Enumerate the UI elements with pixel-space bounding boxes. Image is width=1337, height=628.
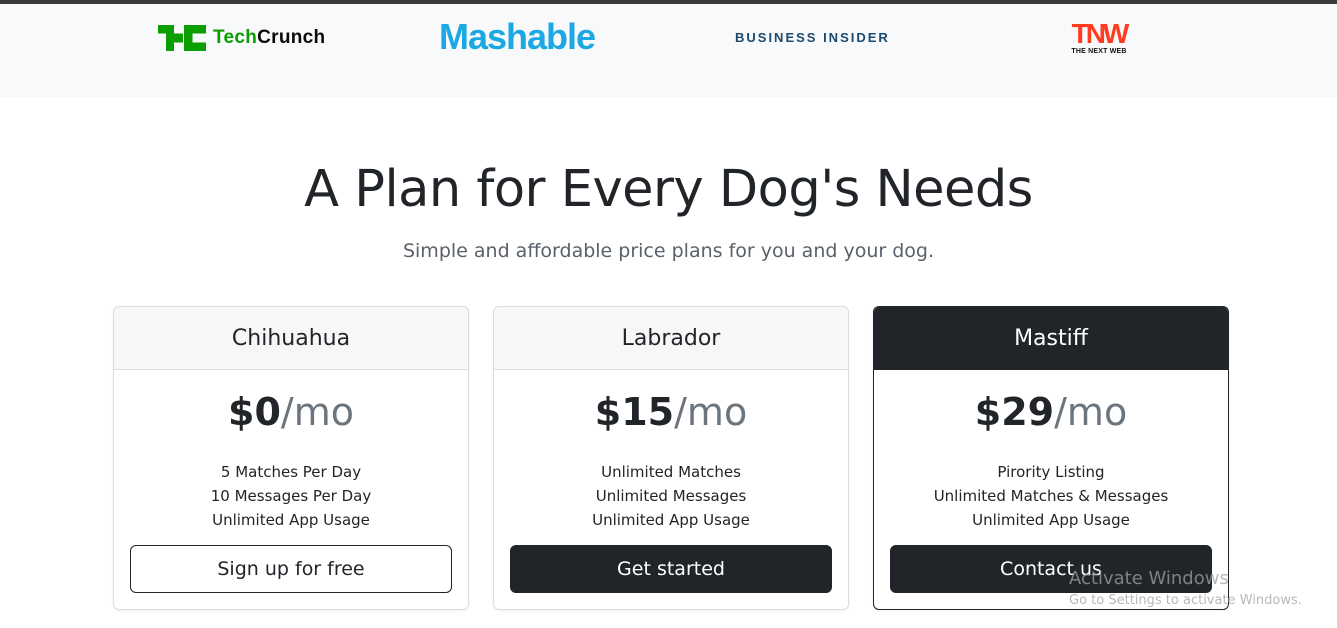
plan-name: Mastiff (874, 307, 1228, 370)
plan-card-labrador: Labrador $15/mo Unlimited Matches Unlimi… (493, 306, 849, 610)
plan-feature: Unlimited Messages (595, 487, 747, 505)
plan-feature: Unlimited App Usage (592, 511, 750, 529)
plan-price: $0/mo (114, 390, 468, 440)
plan-price-amount: $15 (594, 390, 675, 434)
plan-price: $15/mo (494, 390, 848, 440)
tnw-logo-subtitle: THE NEXT WEB (1071, 48, 1127, 55)
plan-card-mastiff: Mastiff $29/mo Pirority Listing Unlimite… (873, 306, 1229, 610)
plan-features: Unlimited Matches Unlimited Messages Unl… (494, 460, 848, 532)
plan-feature: 10 Messages Per Day (210, 487, 372, 505)
techcrunch-logo[interactable]: TechCrunch (158, 24, 325, 52)
plan-features: 5 Matches Per Day 10 Messages Per Day Un… (114, 460, 468, 532)
plan-features: Pirority Listing Unlimited Matches & Mes… (874, 460, 1228, 532)
mashable-logo[interactable]: Mashable (439, 16, 596, 58)
plan-feature: Pirority Listing (997, 463, 1105, 481)
techcrunch-wordmark: TechCrunch (213, 27, 325, 49)
plan-card-chihuahua: Chihuahua $0/mo 5 Matches Per Day 10 Mes… (113, 306, 469, 610)
get-started-button[interactable]: Get started (510, 545, 832, 593)
plan-price: $29/mo (874, 390, 1228, 440)
plan-price-amount: $29 (974, 390, 1055, 434)
press-logos-bar: TechCrunch Mashable BUSINESS INSIDER TNW… (0, 4, 1337, 97)
the-next-web-logo[interactable]: TNW THE NEXT WEB (1063, 18, 1135, 56)
plan-price-period: /mo (280, 390, 354, 434)
plan-feature: Unlimited Matches & Messages (933, 487, 1169, 505)
plan-price-amount: $0 (228, 390, 281, 434)
business-insider-logo[interactable]: BUSINESS INSIDER (735, 30, 890, 45)
plan-feature: Unlimited Matches (601, 463, 741, 481)
plan-feature: Unlimited App Usage (972, 511, 1130, 529)
plan-price-period: /mo (674, 390, 748, 434)
tnw-logo-mark: TNW (1071, 18, 1130, 49)
techcrunch-wordmark-suffix: Crunch (257, 27, 326, 48)
plan-name: Labrador (494, 307, 848, 370)
pricing-subtitle: Simple and affordable price plans for yo… (402, 240, 935, 262)
plan-name: Chihuahua (114, 307, 468, 370)
pricing-title: A Plan for Every Dog's Needs (304, 160, 1033, 219)
sign-up-free-button[interactable]: Sign up for free (130, 545, 452, 593)
plan-feature: 5 Matches Per Day (220, 463, 362, 481)
techcrunch-logo-icon (158, 25, 206, 51)
plan-price-period: /mo (1054, 390, 1128, 434)
plan-feature: Unlimited App Usage (212, 511, 370, 529)
techcrunch-wordmark-prefix: Tech (213, 27, 258, 48)
contact-us-button[interactable]: Contact us (890, 545, 1212, 593)
